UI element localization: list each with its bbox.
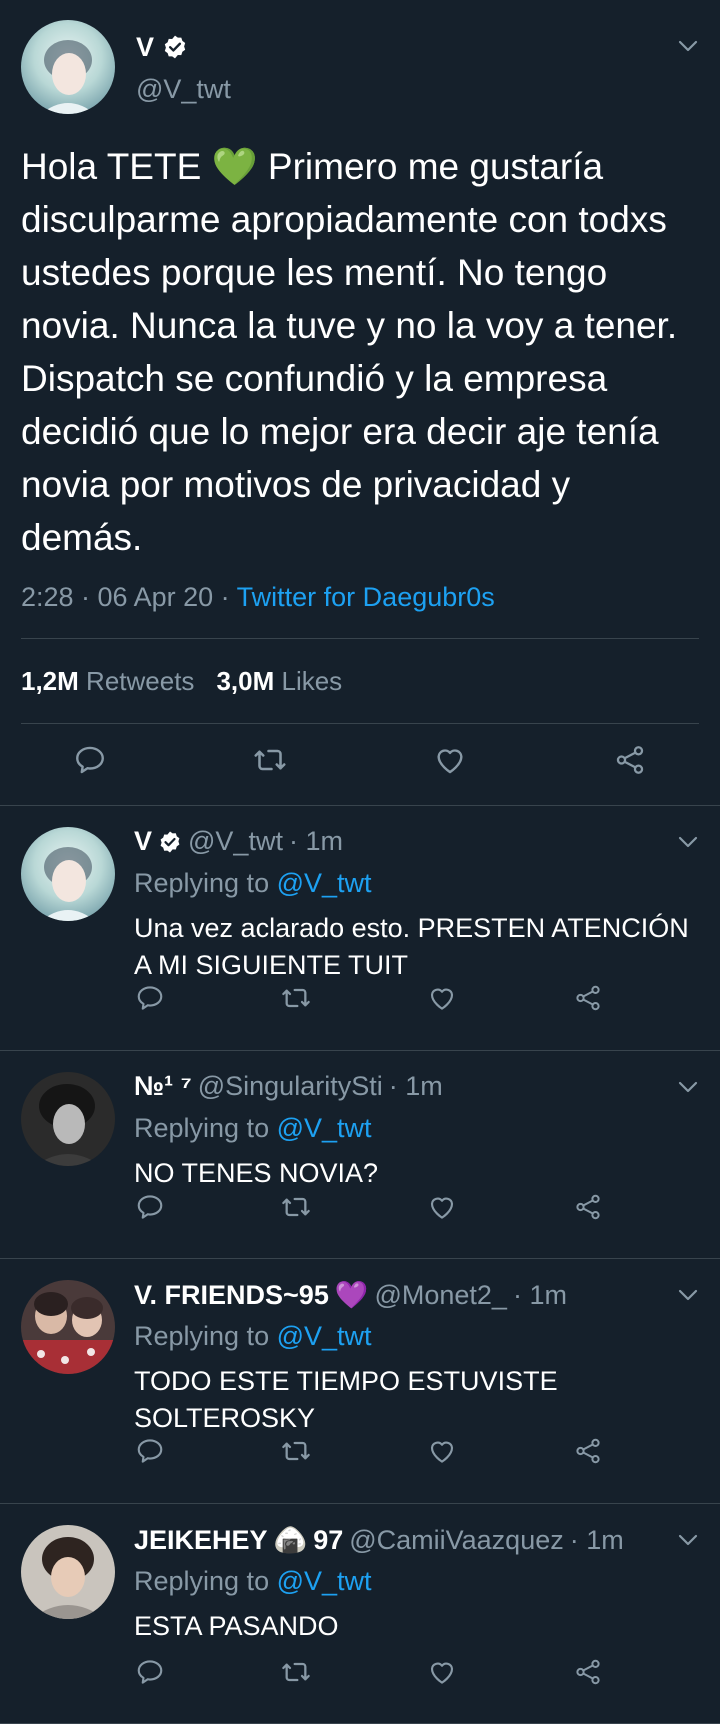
retweet-icon[interactable] (280, 1435, 312, 1467)
retweets-count: 1,2M (21, 666, 79, 696)
reply-actions (0, 1656, 720, 1696)
reply-author-name[interactable]: V (134, 826, 182, 857)
retweets-stat[interactable]: 1,2M Retweets (21, 666, 194, 697)
replying-label: Replying to (134, 1113, 270, 1143)
share-icon[interactable] (572, 1191, 604, 1223)
replying-label: Replying to (134, 868, 270, 898)
reply-text: ESTA PASANDO (134, 1611, 339, 1641)
replying-to: Replying to @V_twt (134, 1566, 372, 1597)
reply-text: NO TENES NOVIA? (134, 1158, 379, 1188)
reply-author-name-text[interactable]: V. FRIENDS~95 (134, 1280, 329, 1311)
reply-time: · 1m (569, 1524, 624, 1555)
chevron-down-icon[interactable] (676, 830, 700, 854)
divider (21, 723, 699, 724)
retweets-label: Retweets (86, 666, 195, 696)
divider (21, 638, 699, 639)
author-name-text[interactable]: V (136, 32, 154, 63)
replying-to-link[interactable]: @V_twt (277, 868, 372, 898)
author-name[interactable]: V (136, 30, 231, 64)
reply-icon[interactable] (72, 742, 108, 778)
reply-icon[interactable] (134, 1435, 166, 1467)
author-handle[interactable]: @V_twt (136, 74, 231, 105)
likes-stat[interactable]: 3,0M Likes (216, 666, 342, 697)
reply-text: Una vez aclarado esto. PRESTEN ATENCIÓN … (134, 913, 689, 980)
replying-to-link[interactable]: @V_twt (277, 1321, 372, 1351)
retweet-icon[interactable] (280, 1191, 312, 1223)
verified-badge-icon (158, 830, 182, 854)
reply-author-handle[interactable]: @V_twt (188, 826, 283, 857)
avatar[interactable] (21, 827, 115, 921)
avatar[interactable] (21, 20, 115, 114)
replying-to-link[interactable]: @V_twt (277, 1113, 372, 1143)
like-icon[interactable] (426, 1435, 458, 1467)
share-icon[interactable] (572, 982, 604, 1014)
reply-tweet[interactable]: V @V_twt · 1m Replying to @V_twt Una vez… (0, 806, 720, 1051)
reply-tweet[interactable]: JEIKEHEY 🍙 97 @CamiiVaazquez · 1m Replying… (0, 1504, 720, 1724)
reply-author-name[interactable]: JEIKEHEY 🍙 97 (134, 1524, 343, 1556)
tweet-stats: 1,2M Retweets 3,0M Likes (21, 666, 342, 697)
reply-author-name[interactable]: №¹ ⁷ (134, 1071, 192, 1102)
reply-author-name-suffix[interactable]: 97 (313, 1525, 343, 1556)
retweet-icon[interactable] (280, 982, 312, 1014)
tweet-text-part: Hola TETE (21, 146, 212, 187)
retweet-icon[interactable] (252, 742, 288, 778)
avatar[interactable] (21, 1280, 115, 1374)
tweet-text-part: Primero me gustaría disculparme apropiad… (21, 146, 678, 558)
reply-author-name[interactable]: V. FRIENDS~95 💜 (134, 1279, 368, 1311)
like-icon[interactable] (426, 1656, 458, 1688)
rice-ball-emoji: 🍙 (273, 1525, 308, 1555)
reply-icon[interactable] (134, 1191, 166, 1223)
reply-icon[interactable] (134, 982, 166, 1014)
replying-label: Replying to (134, 1566, 270, 1596)
replying-label: Replying to (134, 1321, 270, 1351)
chevron-down-icon[interactable] (676, 1283, 700, 1307)
reply-author-name-text[interactable]: №¹ ⁷ (134, 1071, 192, 1102)
reply-text: TODO ESTE TIEMPO ESTUVISTE SOLTEROSKY (134, 1366, 558, 1433)
reply-actions (0, 982, 720, 1022)
tweet-source-link[interactable]: Twitter for Daegubr0s (237, 582, 495, 612)
reply-tweet[interactable]: №¹ ⁷ @SingularitySti · 1m Replying to @V… (0, 1051, 720, 1259)
likes-label: Likes (281, 666, 343, 696)
chevron-down-icon[interactable] (676, 1528, 700, 1552)
tweet-actions (0, 742, 720, 786)
tweet-text: Hola TETE 💚 Primero me gustaría disculpa… (21, 140, 701, 564)
reply-actions (0, 1191, 720, 1231)
like-icon[interactable] (426, 1191, 458, 1223)
reply-time: · 1m (512, 1279, 567, 1310)
reply-actions (0, 1435, 720, 1475)
avatar[interactable] (21, 1525, 115, 1619)
tweet-timestamp: 2:28 · 06 Apr 20 · (21, 582, 237, 612)
replying-to: Replying to @V_twt (134, 1321, 372, 1352)
reply-author-handle[interactable]: @Monet2_ (374, 1280, 506, 1311)
avatar[interactable] (21, 1072, 115, 1166)
likes-count: 3,0M (216, 666, 275, 696)
reply-time: · 1m (388, 1071, 443, 1101)
retweet-icon[interactable] (280, 1656, 312, 1688)
chevron-down-icon[interactable] (676, 34, 700, 58)
replying-to: Replying to @V_twt (134, 868, 372, 899)
share-icon[interactable] (572, 1435, 604, 1467)
reply-tweet[interactable]: V. FRIENDS~95 💜 @Monet2_ · 1m Replying to… (0, 1259, 720, 1504)
reply-time: · 1m (288, 826, 343, 856)
verified-badge-icon (162, 34, 188, 60)
reply-author-handle[interactable]: @CamiiVaazquez (349, 1525, 564, 1556)
reply-author-name-text[interactable]: V (134, 826, 152, 857)
replying-to: Replying to @V_twt (134, 1113, 372, 1144)
share-icon[interactable] (612, 742, 648, 778)
like-icon[interactable] (432, 742, 468, 778)
main-tweet: V @V_twt Hola TETE 💚 Primero me gustaría… (0, 0, 720, 806)
green-heart-emoji: 💚 (211, 146, 258, 187)
reply-author-name-text[interactable]: JEIKEHEY (134, 1525, 268, 1556)
tweet-meta: 2:28 · 06 Apr 20 · Twitter for Daegubr0s (21, 582, 495, 613)
share-icon[interactable] (572, 1656, 604, 1688)
purple-heart-emoji: 💜 (334, 1280, 369, 1310)
reply-author-handle[interactable]: @SingularitySti (198, 1071, 383, 1102)
replying-to-link[interactable]: @V_twt (277, 1566, 372, 1596)
reply-icon[interactable] (134, 1656, 166, 1688)
like-icon[interactable] (426, 982, 458, 1014)
chevron-down-icon[interactable] (676, 1075, 700, 1099)
